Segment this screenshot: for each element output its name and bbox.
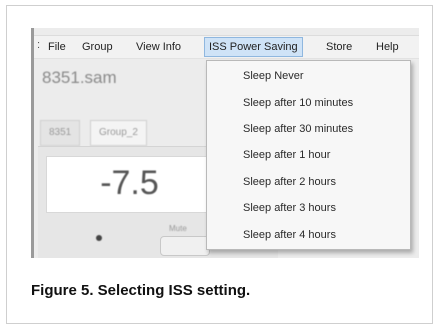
menu-view-info[interactable]: View Info — [132, 38, 185, 56]
menu-edge-marker: : — [37, 39, 41, 51]
value-display: -7.5 — [46, 156, 213, 213]
tab-group-2[interactable]: Group_2 — [90, 120, 147, 146]
menu-bar: : File Group View Info ISS Power Saving … — [34, 35, 419, 59]
dropdown-item-sleep-30-min[interactable]: Sleep after 30 minutes — [243, 123, 353, 135]
app-window: : File Group View Info ISS Power Saving … — [31, 28, 419, 258]
dropdown-item-sleep-10-min[interactable]: Sleep after 10 minutes — [243, 97, 353, 109]
menu-store[interactable]: Store — [322, 38, 356, 56]
document-title: 8351.sam — [42, 68, 117, 87]
dropdown-item-sleep-3-hours[interactable]: Sleep after 3 hours — [243, 202, 336, 214]
dropdown-item-sleep-never[interactable]: Sleep Never — [243, 70, 304, 82]
mute-label: Mute — [169, 224, 187, 233]
dropdown-item-sleep-1-hour[interactable]: Sleep after 1 hour — [243, 149, 330, 161]
dropdown-item-sleep-2-hours[interactable]: Sleep after 2 hours — [243, 176, 336, 188]
iss-power-saving-dropdown: Sleep Never Sleep after 10 minutes Sleep… — [206, 60, 411, 250]
dropdown-item-sleep-4-hours[interactable]: Sleep after 4 hours — [243, 229, 336, 241]
indicator-dot-icon — [96, 235, 102, 241]
tab-8351[interactable]: 8351 — [40, 120, 81, 146]
menu-iss-power-saving[interactable]: ISS Power Saving — [204, 37, 303, 57]
menu-group[interactable]: Group — [78, 38, 117, 56]
figure-caption: Figure 5. Selecting ISS setting. — [31, 282, 251, 299]
value-text: -7.5 — [100, 164, 159, 202]
menu-file[interactable]: File — [44, 38, 70, 56]
menu-help[interactable]: Help — [372, 38, 403, 56]
mute-button[interactable] — [160, 236, 210, 256]
tab-bar: 8351 Group_2 — [40, 120, 230, 146]
